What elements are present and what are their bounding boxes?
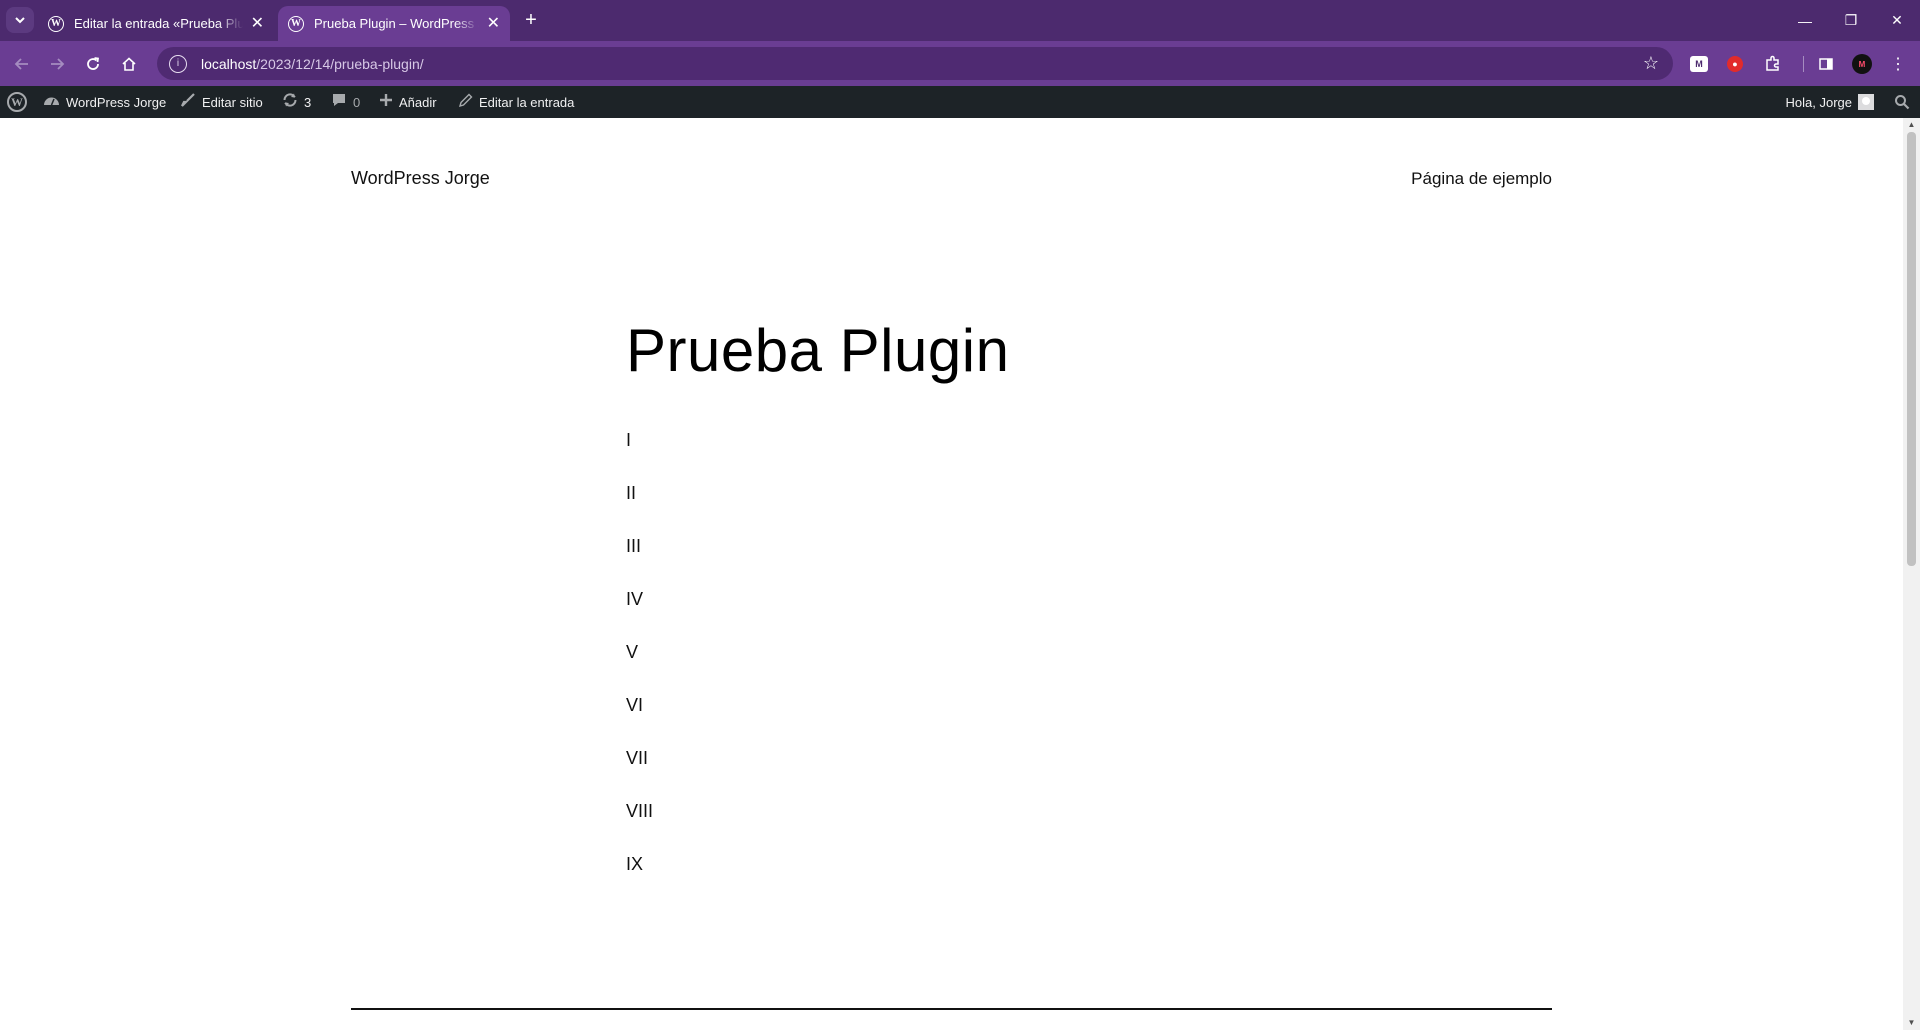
profile-avatar[interactable]: M bbox=[1852, 54, 1872, 74]
close-window-icon[interactable]: ✕ bbox=[1874, 12, 1920, 29]
plus-icon bbox=[379, 93, 393, 111]
pencil-icon bbox=[458, 93, 473, 112]
wordpress-logo-icon: W bbox=[7, 92, 27, 112]
extensions-puzzle-icon[interactable] bbox=[1762, 53, 1784, 75]
wp-logo-menu[interactable]: W bbox=[7, 86, 27, 118]
back-button[interactable] bbox=[9, 51, 35, 77]
comment-bubble-icon bbox=[331, 92, 347, 112]
wordpress-icon: W bbox=[288, 15, 304, 32]
adminbar-my-account[interactable]: Hola, Jorge bbox=[1786, 86, 1874, 118]
search-icon bbox=[1895, 95, 1910, 110]
paragraph-item: VII bbox=[626, 748, 649, 768]
scroll-up-arrow[interactable]: ▲ bbox=[1903, 118, 1920, 132]
reload-button[interactable] bbox=[80, 51, 106, 77]
page-scrollbar[interactable]: ▲ ▼ bbox=[1903, 118, 1920, 1030]
side-panel-icon[interactable] bbox=[1815, 53, 1837, 75]
adminbar-comments-count: 0 bbox=[353, 94, 361, 110]
paragraph-item: II bbox=[626, 483, 637, 503]
paragraph-item: III bbox=[626, 536, 642, 556]
url-host: localhost bbox=[201, 55, 257, 72]
paragraph-item: V bbox=[626, 642, 639, 662]
more-menu-icon[interactable]: ⋮ bbox=[1887, 53, 1909, 75]
address-bar[interactable]: i localhost/2023/12/14/prueba-plugin/ ☆ bbox=[157, 47, 1673, 80]
adminbar-site-name[interactable]: WordPress Jorge bbox=[43, 86, 166, 118]
window-controls: — ❐ ✕ bbox=[1782, 0, 1920, 41]
adminbar-comments[interactable]: 0 bbox=[331, 86, 360, 118]
adminbar-search[interactable] bbox=[1894, 86, 1910, 118]
restore-icon[interactable]: ❐ bbox=[1828, 12, 1874, 29]
paragraph-item: VI bbox=[626, 695, 644, 715]
reload-icon bbox=[87, 57, 100, 70]
chevron-down-icon bbox=[15, 17, 25, 24]
adminbar-add-new-label: Añadir bbox=[399, 94, 437, 110]
browser-tab-edit-post[interactable]: W Editar la entrada «Prueba Plugin ✕ bbox=[38, 6, 274, 41]
post-title: Prueba Plugin bbox=[626, 317, 1010, 384]
updates-icon bbox=[282, 92, 298, 112]
scrollbar-thumb[interactable] bbox=[1907, 132, 1916, 566]
new-tab-button[interactable]: + bbox=[520, 9, 542, 31]
tab-title: Prueba Plugin – WordPress Jorge bbox=[314, 16, 479, 31]
adminbar-updates-count: 3 bbox=[304, 94, 312, 110]
close-icon[interactable]: ✕ bbox=[487, 15, 500, 32]
adminbar-edit-post-label: Editar la entrada bbox=[479, 94, 575, 110]
toolbar-divider bbox=[1803, 56, 1804, 72]
paragraph-item: I bbox=[626, 430, 632, 450]
scroll-down-arrow[interactable]: ▼ bbox=[1903, 1016, 1920, 1030]
browser-toolbar: i localhost/2023/12/14/prueba-plugin/ ☆ … bbox=[0, 41, 1920, 86]
tab-search-button[interactable] bbox=[6, 7, 34, 33]
home-button[interactable] bbox=[116, 51, 142, 77]
minimize-icon[interactable]: — bbox=[1782, 13, 1828, 29]
url-path: /2023/12/14/prueba-plugin/ bbox=[256, 55, 424, 72]
browser-tab-post-view[interactable]: W Prueba Plugin – WordPress Jorge ✕ bbox=[278, 6, 510, 41]
extension-monitor-icon[interactable]: M bbox=[1690, 56, 1708, 72]
adminbar-edit-post[interactable]: Editar la entrada bbox=[458, 86, 574, 118]
tab-title: Editar la entrada «Prueba Plugin bbox=[74, 16, 243, 31]
wordpress-icon: W bbox=[48, 15, 64, 32]
nav-item-sample-page[interactable]: Página de ejemplo bbox=[1411, 169, 1552, 189]
close-icon[interactable]: ✕ bbox=[251, 15, 264, 32]
adminbar-add-new[interactable]: Añadir bbox=[379, 86, 437, 118]
arrow-left-icon bbox=[14, 58, 28, 70]
paragraph-item: IV bbox=[626, 589, 644, 609]
avatar bbox=[1858, 94, 1874, 110]
site-title[interactable]: WordPress Jorge bbox=[351, 168, 490, 189]
browser-tab-strip: W Editar la entrada «Prueba Plugin ✕ W P… bbox=[0, 0, 1920, 41]
page-content: WordPress Jorge Página de ejemplo Prueba… bbox=[0, 118, 1903, 1030]
adminbar-updates[interactable]: 3 bbox=[282, 86, 311, 118]
bookmark-star-icon[interactable]: ☆ bbox=[1643, 53, 1659, 74]
adminbar-edit-site-label: Editar sitio bbox=[202, 94, 263, 110]
paragraph-item: IX bbox=[626, 854, 644, 874]
forward-button[interactable] bbox=[44, 51, 70, 77]
post-content-list: I II III IV V VI VII VIII IX bbox=[626, 428, 653, 905]
paragraph-item: VIII bbox=[626, 801, 654, 821]
wp-admin-bar: W WordPress Jorge Editar sitio 3 0 Añadi… bbox=[0, 86, 1920, 118]
dashboard-gauge-icon bbox=[43, 93, 60, 111]
content-separator bbox=[351, 1008, 1552, 1010]
adminbar-edit-site[interactable]: Editar sitio bbox=[180, 86, 263, 118]
arrow-right-icon bbox=[51, 58, 65, 70]
home-icon bbox=[122, 57, 136, 71]
site-info-icon[interactable]: i bbox=[169, 54, 187, 73]
extension-red-icon[interactable]: ● bbox=[1727, 56, 1743, 72]
adminbar-site-name-label: WordPress Jorge bbox=[66, 94, 167, 110]
brush-icon bbox=[180, 92, 196, 112]
adminbar-greeting: Hola, Jorge bbox=[1785, 94, 1852, 110]
